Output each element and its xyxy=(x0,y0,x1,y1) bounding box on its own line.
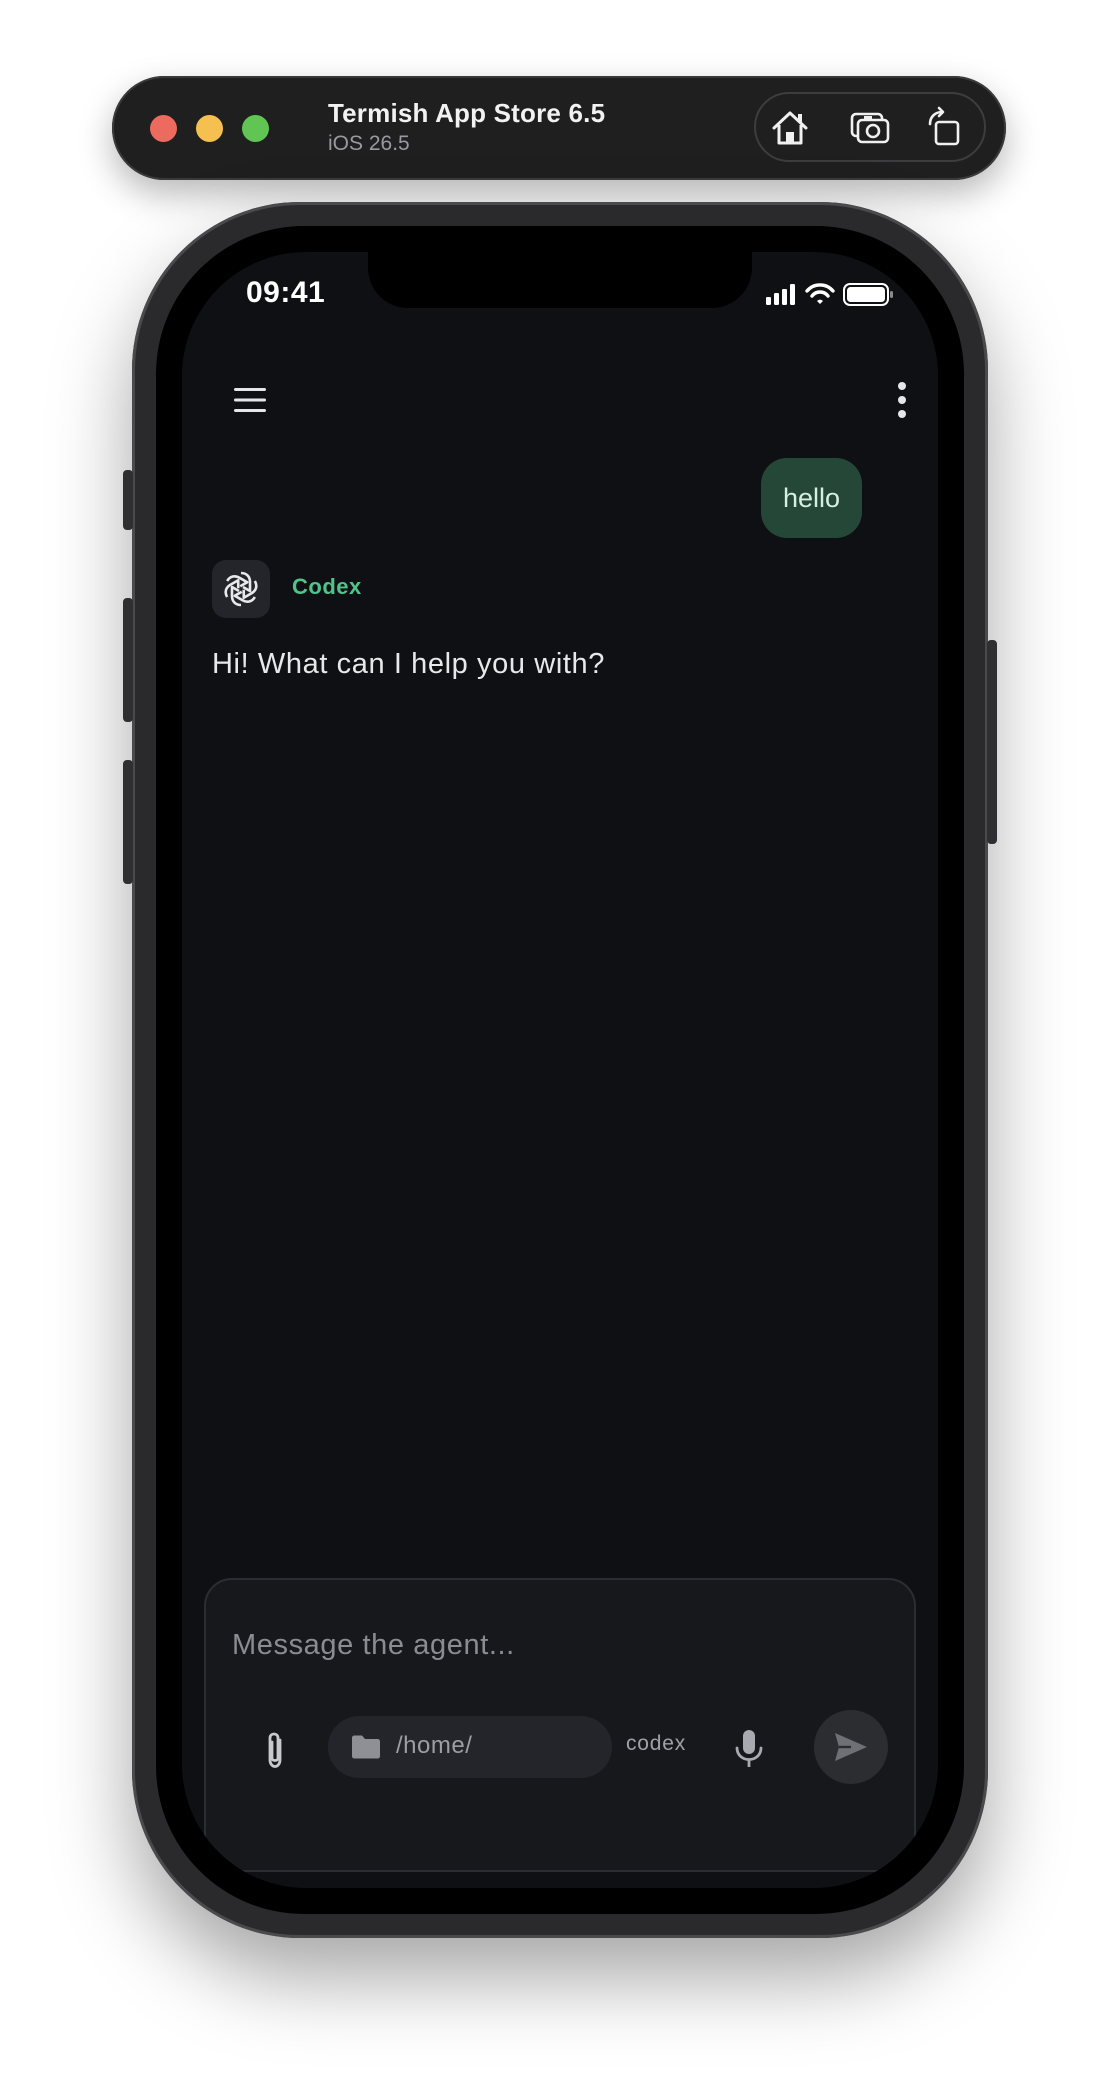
home-icon xyxy=(772,111,808,145)
user-message-bubble: hello xyxy=(760,458,862,538)
hamburger-menu-icon xyxy=(234,388,266,412)
window-subtitle: iOS 26.5 xyxy=(328,132,410,155)
battery-icon xyxy=(843,283,893,306)
send-button[interactable] xyxy=(814,1710,888,1784)
action-button[interactable] xyxy=(123,470,133,530)
directory-selector[interactable]: /home/ xyxy=(328,1716,612,1778)
send-icon xyxy=(835,1733,867,1761)
notch xyxy=(368,252,752,308)
hamburger-menu-button[interactable] xyxy=(226,376,274,424)
status-icons xyxy=(762,280,902,308)
rotate-button[interactable] xyxy=(922,106,966,150)
agent-message: Hi! What can I help you with? xyxy=(212,648,605,680)
window-title: Termish App Store 6.5 xyxy=(328,98,606,128)
screenshot-icon xyxy=(850,112,890,144)
more-options-button[interactable] xyxy=(878,376,926,424)
paperclip-icon xyxy=(268,1732,282,1768)
folder-icon xyxy=(352,1735,380,1759)
wifi-icon xyxy=(805,283,835,304)
message-composer: /home/ codex xyxy=(204,1578,916,1872)
screenshot-button[interactable] xyxy=(848,106,892,150)
openai-logo-icon xyxy=(224,571,258,607)
minimize-window-button[interactable] xyxy=(196,115,223,142)
app-screen: 09:41 hello Codex Hi! What can I help yo… xyxy=(182,252,938,1888)
more-vertical-icon xyxy=(898,382,906,418)
volume-up-button[interactable] xyxy=(123,598,133,722)
rotate-icon xyxy=(928,106,960,146)
microphone-icon xyxy=(735,1730,763,1767)
toolbar-button-group xyxy=(754,92,986,162)
attach-button[interactable] xyxy=(250,1726,300,1776)
power-button[interactable] xyxy=(987,640,997,844)
directory-label: /home/ xyxy=(396,1732,473,1759)
zoom-window-button[interactable] xyxy=(242,115,269,142)
agent-avatar xyxy=(212,560,270,618)
agent-name: Codex xyxy=(292,574,362,599)
close-window-button[interactable] xyxy=(150,115,177,142)
model-selector[interactable]: codex xyxy=(626,1732,686,1756)
cellular-signal-icon xyxy=(766,284,795,305)
volume-down-button[interactable] xyxy=(123,760,133,884)
microphone-button[interactable] xyxy=(724,1724,774,1774)
message-input[interactable] xyxy=(230,1614,834,1676)
simulator-toolbar: Termish App Store 6.5 iOS 26.5 xyxy=(112,76,1006,180)
home-button[interactable] xyxy=(768,106,812,150)
status-time: 09:41 xyxy=(246,276,326,309)
